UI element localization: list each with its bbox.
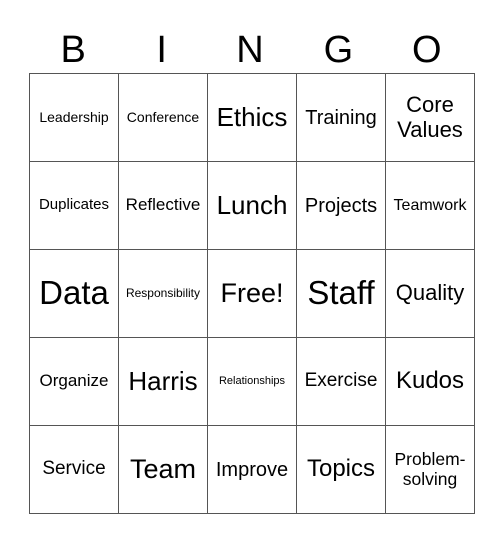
grid-row: Data Responsibility Free! Staff Quality bbox=[29, 249, 475, 338]
bingo-cell[interactable]: Leadership bbox=[29, 73, 119, 162]
bingo-cell[interactable]: Problem-solving bbox=[385, 425, 475, 514]
header-letter-i: I bbox=[156, 29, 167, 71]
bingo-cell[interactable]: Projects bbox=[296, 161, 386, 250]
bingo-cell[interactable]: Relationships bbox=[207, 337, 297, 426]
bingo-cell[interactable]: Quality bbox=[385, 249, 475, 338]
header-letter-o: O bbox=[412, 29, 442, 71]
bingo-cell[interactable]: Training bbox=[296, 73, 386, 162]
header-letter-g: G bbox=[323, 29, 354, 71]
bingo-cell[interactable]: Ethics bbox=[207, 73, 297, 162]
grid-row: Leadership Conference Ethics Training Co… bbox=[29, 73, 475, 162]
bingo-cell[interactable]: Data bbox=[29, 249, 119, 338]
grid-row: Organize Harris Relationships Exercise K… bbox=[29, 337, 475, 426]
bingo-grid: Leadership Conference Ethics Training Co… bbox=[29, 73, 475, 514]
cell-line: Problem- bbox=[394, 449, 466, 470]
free-space-cell[interactable]: Free! bbox=[207, 249, 297, 338]
bingo-cell[interactable]: Organize bbox=[29, 337, 119, 426]
bingo-cell[interactable]: Lunch bbox=[207, 161, 297, 250]
bingo-cell[interactable]: Harris bbox=[118, 337, 208, 426]
grid-row: Service Team Improve Topics Problem-solv… bbox=[29, 425, 475, 514]
grid-row: Duplicates Reflective Lunch Projects Tea… bbox=[29, 161, 475, 250]
cell-line: solving bbox=[402, 468, 458, 489]
bingo-cell[interactable]: Service bbox=[29, 425, 119, 514]
bingo-cell[interactable]: Core Values bbox=[385, 73, 475, 162]
bingo-cell[interactable]: Reflective bbox=[118, 161, 208, 250]
bingo-cell[interactable]: Improve bbox=[207, 425, 297, 514]
header-letter-n: N bbox=[236, 29, 264, 71]
cell-line: Core bbox=[406, 92, 454, 118]
cell-line: Values bbox=[397, 116, 463, 142]
bingo-cell[interactable]: Responsibility bbox=[118, 249, 208, 338]
bingo-cell[interactable]: Conference bbox=[118, 73, 208, 162]
bingo-cell[interactable]: Teamwork bbox=[385, 161, 475, 250]
header-letter-b: B bbox=[60, 29, 86, 71]
bingo-cell[interactable]: Topics bbox=[296, 425, 386, 514]
bingo-header: B I N G O bbox=[29, 28, 471, 72]
bingo-cell[interactable]: Team bbox=[118, 425, 208, 514]
bingo-cell[interactable]: Kudos bbox=[385, 337, 475, 426]
bingo-cell[interactable]: Duplicates bbox=[29, 161, 119, 250]
bingo-cell[interactable]: Exercise bbox=[296, 337, 386, 426]
bingo-cell[interactable]: Staff bbox=[296, 249, 386, 338]
